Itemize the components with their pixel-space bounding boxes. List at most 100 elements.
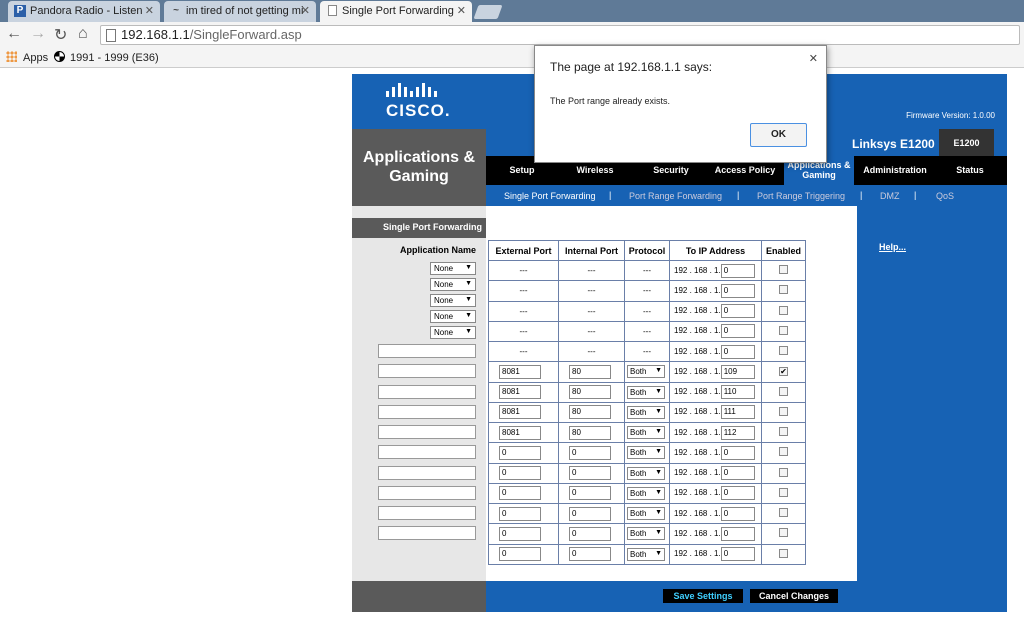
save-settings-button[interactable]: Save Settings [663, 589, 743, 603]
preset-application-select[interactable]: None [430, 262, 476, 275]
ip-last-octet-input[interactable]: 0 [720, 486, 755, 501]
internal-port-input[interactable]: 80 [569, 405, 611, 420]
enabled-checkbox[interactable] [779, 447, 788, 457]
enabled-checkbox[interactable] [779, 528, 788, 538]
internal-port-input[interactable]: 0 [569, 526, 611, 541]
ip-last-octet-input[interactable]: 112 [720, 425, 755, 440]
protocol-select[interactable]: Both [627, 486, 665, 500]
ip-last-octet-input[interactable]: 0 [720, 283, 755, 298]
internal-port-input[interactable]: 0 [569, 486, 611, 501]
application-name-input[interactable] [378, 506, 476, 520]
cancel-changes-button[interactable]: Cancel Changes [750, 589, 838, 603]
protocol-select[interactable]: Both [627, 426, 665, 440]
internal-port-input[interactable]: 0 [569, 506, 611, 521]
preset-application-select[interactable]: None [430, 294, 476, 307]
tab-forum[interactable]: ~ im tired of not getting mi ✕ [164, 1, 316, 22]
nav-status[interactable]: Status [944, 156, 996, 185]
internal-port-input[interactable]: 0 [569, 466, 611, 481]
subnav-single-port-forwarding[interactable]: Single Port Forwarding [504, 191, 596, 201]
application-name-input[interactable] [378, 364, 476, 379]
subnav-port-range-triggering[interactable]: Port Range Triggering [757, 191, 845, 201]
ip-last-octet-input[interactable]: 0 [720, 506, 755, 521]
internal-port-input[interactable]: 80 [569, 425, 611, 440]
enabled-checkbox[interactable] [779, 508, 788, 518]
ip-last-octet-input[interactable]: 0 [720, 324, 755, 339]
internal-port-input[interactable]: 80 [569, 364, 611, 379]
internal-port-input[interactable]: 0 [569, 445, 611, 460]
preset-application-select[interactable]: None [430, 278, 476, 291]
external-port-input[interactable]: 8081 [499, 405, 541, 420]
new-tab-button[interactable] [473, 5, 503, 19]
ip-last-octet-input[interactable]: 109 [720, 364, 755, 379]
application-name-input[interactable] [378, 445, 476, 460]
enabled-checkbox[interactable] [779, 487, 788, 497]
enabled-checkbox[interactable] [779, 305, 788, 315]
subnav-dmz[interactable]: DMZ [880, 191, 900, 201]
external-port-input[interactable]: 8081 [499, 425, 541, 440]
ip-last-octet-input[interactable]: 110 [720, 385, 755, 400]
ip-last-octet-input[interactable]: 0 [720, 263, 755, 278]
close-icon[interactable]: ✕ [457, 4, 466, 17]
help-link[interactable]: Help... [879, 242, 906, 252]
subnav-port-range-forwarding[interactable]: Port Range Forwarding [629, 191, 722, 201]
ok-button[interactable]: OK [750, 123, 807, 147]
enabled-checkbox[interactable] [779, 265, 788, 275]
tab-pandora[interactable]: P Pandora Radio - Listen ✕ [8, 1, 160, 22]
ip-last-octet-input[interactable]: 111 [720, 405, 755, 420]
protocol-select[interactable]: Both [627, 466, 665, 480]
enabled-checkbox[interactable]: ✔ [779, 367, 788, 377]
enabled-checkbox[interactable] [779, 406, 788, 416]
preset-application-select[interactable]: None [430, 326, 476, 339]
application-name-input[interactable] [378, 384, 476, 399]
enabled-checkbox[interactable] [779, 427, 788, 437]
external-port-input[interactable]: 0 [499, 506, 541, 521]
protocol-select[interactable]: Both [627, 405, 665, 419]
application-name-input[interactable] [378, 526, 476, 541]
protocol-select[interactable]: Both [627, 547, 665, 561]
tab-single-port-forwarding[interactable]: Single Port Forwarding ✕ [320, 1, 472, 22]
external-port-input[interactable]: 0 [499, 486, 541, 501]
protocol-select[interactable]: Both [627, 507, 665, 521]
protocol-select[interactable]: Both [627, 446, 665, 460]
application-name-input[interactable] [378, 485, 476, 500]
application-name-input[interactable] [378, 465, 476, 480]
close-icon[interactable]: ✕ [301, 4, 310, 17]
external-port-input[interactable]: 8081 [499, 364, 541, 379]
enabled-checkbox[interactable] [779, 285, 788, 295]
enabled-checkbox[interactable] [779, 548, 788, 558]
protocol-select[interactable]: Both [627, 365, 665, 379]
ip-last-octet-input[interactable]: 0 [720, 344, 755, 359]
ip-last-octet-input[interactable]: 0 [720, 445, 755, 460]
enabled-checkbox[interactable] [779, 467, 788, 477]
external-port-input[interactable]: 0 [499, 466, 541, 481]
reload-icon[interactable]: ↻ [54, 25, 67, 45]
ip-last-octet-input[interactable]: 0 [720, 526, 755, 541]
close-icon[interactable]: ✕ [145, 4, 154, 17]
home-icon[interactable]: ⌂ [78, 25, 88, 43]
ip-last-octet-input[interactable]: 0 [720, 547, 755, 562]
nav-administration[interactable]: Administration [858, 156, 932, 185]
external-port-input[interactable]: 0 [499, 547, 541, 562]
bookmark-e36[interactable]: 1991 - 1999 (E36) [54, 51, 159, 64]
bookmark-apps[interactable]: Apps [6, 51, 48, 64]
subnav-qos[interactable]: QoS [936, 191, 954, 201]
application-name-input[interactable] [378, 425, 476, 439]
protocol-select[interactable]: Both [627, 527, 665, 541]
back-icon[interactable]: ← [6, 25, 22, 43]
address-bar[interactable]: 192.168.1.1/SingleForward.asp [100, 25, 1020, 45]
external-port-input[interactable]: 0 [499, 445, 541, 460]
close-icon[interactable]: ✕ [809, 52, 818, 65]
external-port-input[interactable]: 0 [499, 526, 541, 541]
enabled-checkbox[interactable] [779, 325, 788, 335]
forward-icon[interactable]: → [30, 25, 46, 43]
internal-port-input[interactable]: 0 [569, 547, 611, 562]
protocol-select[interactable]: Both [627, 385, 665, 399]
application-name-input[interactable] [378, 344, 476, 358]
enabled-checkbox[interactable] [779, 346, 788, 356]
enabled-checkbox[interactable] [779, 386, 788, 396]
internal-port-input[interactable]: 80 [569, 385, 611, 400]
ip-last-octet-input[interactable]: 0 [720, 304, 755, 319]
application-name-input[interactable] [378, 404, 476, 419]
external-port-input[interactable]: 8081 [499, 385, 541, 400]
preset-application-select[interactable]: None [430, 310, 476, 323]
